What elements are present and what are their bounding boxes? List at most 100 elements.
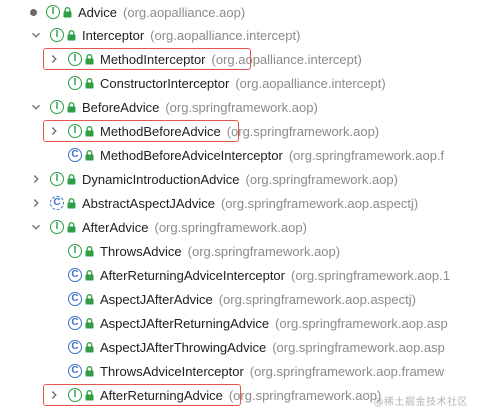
tree-node-beforeadvice[interactable]: I BeforeAdvice (org.springframework.aop) <box>30 96 318 118</box>
type-name: MethodBeforeAdvice <box>100 123 221 139</box>
watermark: @稀土掘金技术社区 <box>373 397 468 408</box>
type-name: BeforeAdvice <box>82 99 160 115</box>
type-name: DynamicIntroductionAdvice <box>82 171 240 187</box>
type-name: Interceptor <box>82 27 145 43</box>
package-name: (org.springframework.aop) <box>245 171 398 187</box>
tree-node-methodbeforeadvice[interactable]: I MethodBeforeAdvice (org.springframewor… <box>48 120 379 142</box>
interface-icon: I <box>68 388 82 402</box>
tree-node-throwsadviceinterceptor[interactable]: C ThrowsAdviceInterceptor (org.springfra… <box>48 360 444 382</box>
interface-icon: I <box>68 52 82 66</box>
package-name: (org.springframework.aop) <box>226 123 380 139</box>
lock-icon <box>66 173 76 185</box>
type-name: AfterReturningAdvice <box>100 387 223 403</box>
type-name: AfterAdvice <box>82 219 149 235</box>
package-name: (org.springframework.aop) <box>165 99 318 115</box>
lock-icon <box>84 365 94 377</box>
type-name: ConstructorInterceptor <box>100 75 230 91</box>
package-name: (org.springframework.aop.1 <box>290 267 450 283</box>
chevron-right-icon[interactable] <box>48 389 60 401</box>
tree-node-methodbeforeadviceinterceptor[interactable]: C MethodBeforeAdviceInterceptor (org.spr… <box>48 144 444 166</box>
chevron-right-icon[interactable] <box>48 53 60 65</box>
interface-icon: I <box>68 76 82 90</box>
package-name: (org.aopalliance.aop) <box>123 4 246 20</box>
package-name: (org.springframework.aop.aspectj) <box>218 291 416 307</box>
class-icon: C <box>68 316 82 330</box>
tree-node-afterreturningadviceinterceptor[interactable]: C AfterReturningAdviceInterceptor (org.s… <box>48 264 450 286</box>
lock-icon <box>84 341 94 353</box>
interface-icon: I <box>68 124 82 138</box>
class-icon: C <box>68 268 82 282</box>
lock-icon <box>84 245 94 257</box>
interface-icon: I <box>50 172 64 186</box>
tree-node-advice[interactable]: I Advice (org.aopalliance.aop) <box>30 1 245 23</box>
lock-icon <box>84 293 94 305</box>
class-icon: C <box>68 292 82 306</box>
lock-icon <box>66 221 76 233</box>
abstract-class-icon: C <box>50 196 64 210</box>
chevron-right-icon[interactable] <box>30 173 42 185</box>
lock-icon <box>84 53 94 65</box>
package-name: (org.springframework.aop.framew <box>249 363 445 379</box>
type-name: Advice <box>78 4 118 20</box>
package-name: (org.springframework.aop) <box>228 387 382 403</box>
package-name: (org.aopalliance.intercept) <box>150 27 301 43</box>
class-icon: C <box>68 148 82 162</box>
chevron-down-icon[interactable] <box>30 29 42 41</box>
type-name: AfterReturningAdviceInterceptor <box>100 267 285 283</box>
lock-icon <box>62 6 72 18</box>
lock-icon <box>84 269 94 281</box>
tree-node-afterreturningadvice[interactable]: I AfterReturningAdvice (org.springframew… <box>48 384 381 406</box>
package-name: (org.springframework.aop.asp <box>275 315 448 331</box>
chevron-right-icon[interactable] <box>48 125 60 137</box>
lock-icon <box>84 149 94 161</box>
tree-node-dynamicintroductionadvice[interactable]: I DynamicIntroductionAdvice (org.springf… <box>30 168 398 190</box>
lock-icon <box>66 197 76 209</box>
tree-node-throwsadvice[interactable]: I ThrowsAdvice (org.springframework.aop) <box>48 240 340 262</box>
node-dot-icon <box>30 8 37 16</box>
type-name: MethodInterceptor <box>100 51 206 67</box>
tree-node-abstractaspectjadvice[interactable]: C AbstractAspectJAdvice (org.springframe… <box>30 192 418 214</box>
type-name: AspectJAfterReturningAdvice <box>100 315 270 331</box>
tree-node-methodinterceptor[interactable]: I MethodInterceptor (org.aopalliance.int… <box>48 48 362 70</box>
lock-icon <box>66 101 76 113</box>
package-name: (org.aopalliance.intercept) <box>211 51 362 67</box>
lock-icon <box>66 29 76 41</box>
tree-node-aspectjafterthrowingadvice[interactable]: C AspectJAfterThrowingAdvice (org.spring… <box>48 336 445 358</box>
interface-icon: I <box>50 100 64 114</box>
interface-icon: I <box>46 5 60 19</box>
type-name: ThrowsAdvice <box>100 243 182 259</box>
type-name: AbstractAspectJAdvice <box>82 195 215 211</box>
tree-node-aspectjafteradvice[interactable]: C AspectJAfterAdvice (org.springframewor… <box>48 288 416 310</box>
type-name: AspectJAfterThrowingAdvice <box>100 339 267 355</box>
tree-node-afteradvice[interactable]: I AfterAdvice (org.springframework.aop) <box>30 216 307 238</box>
lock-icon <box>84 389 94 401</box>
chevron-right-icon[interactable] <box>30 197 42 209</box>
lock-icon <box>84 317 94 329</box>
package-name: (org.springframework.aop) <box>187 243 341 259</box>
tree-node-interceptor[interactable]: I Interceptor (org.aopalliance.intercept… <box>30 24 300 46</box>
package-name: (org.aopalliance.intercept) <box>235 75 386 91</box>
package-name: (org.springframework.aop.f <box>288 147 445 163</box>
type-hierarchy-tree: I Advice (org.aopalliance.aop) I Interce… <box>0 0 478 414</box>
package-name: (org.springframework.aop) <box>154 219 307 235</box>
tree-node-constructorinterceptor[interactable]: I ConstructorInterceptor (org.aopallianc… <box>48 72 386 94</box>
chevron-down-icon[interactable] <box>30 101 42 113</box>
class-icon: C <box>68 364 82 378</box>
lock-icon <box>84 125 94 137</box>
interface-icon: I <box>68 244 82 258</box>
chevron-down-icon[interactable] <box>30 221 42 233</box>
interface-icon: I <box>50 220 64 234</box>
type-name: ThrowsAdviceInterceptor <box>100 363 244 379</box>
package-name: (org.springframework.aop.asp <box>272 339 445 355</box>
lock-icon <box>84 77 94 89</box>
package-name: (org.springframework.aop.aspectj) <box>220 195 419 211</box>
tree-node-aspectjafterreturningadvice[interactable]: C AspectJAfterReturningAdvice (org.sprin… <box>48 312 448 334</box>
